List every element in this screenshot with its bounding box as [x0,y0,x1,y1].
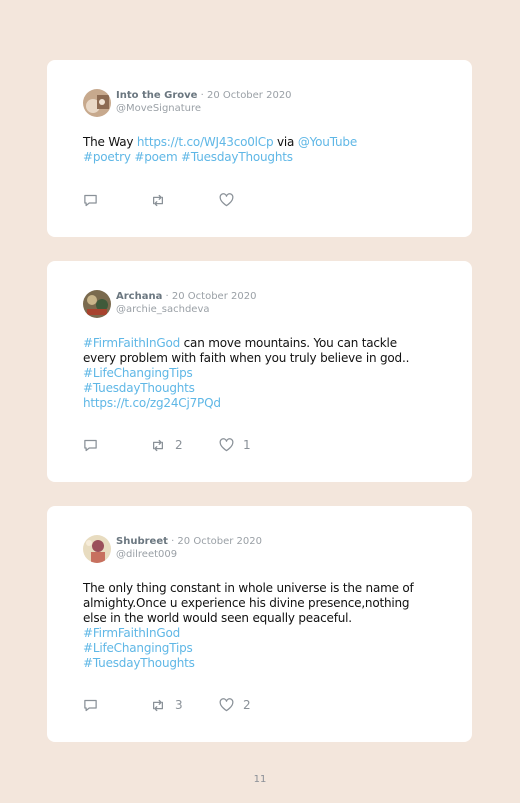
text-segment: can move mountains. You can tackle [180,336,397,350]
tweet-line: #poetry #poem #TuesdayThoughts [83,150,433,165]
reply-button[interactable] [83,192,98,208]
retweet-count: 3 [175,698,183,712]
hashtag-link[interactable]: #TuesdayThoughts [83,656,195,670]
author-handle[interactable]: @dilreet009 [116,548,262,561]
retweet-button[interactable]: 3 [150,697,183,713]
tweet-date: · 20 October 2020 [165,291,257,302]
text-segment: else in the world would seen equally pea… [83,611,352,625]
author-handle[interactable]: @archie_sachdeva [116,303,256,316]
retweet-button[interactable] [150,192,175,208]
tweet-line: every problem with faith when you truly … [83,351,433,366]
tweet-line: #FirmFaithInGod [83,626,433,641]
reply-button[interactable] [83,697,98,713]
hashtag-link[interactable]: #poetry #poem #TuesdayThoughts [83,150,293,164]
tweet-date: · 20 October 2020 [171,536,262,547]
tweet-date: · 20 October 2020 [200,90,292,101]
tweet-line: almighty.Once u experience his divine pr… [83,596,433,611]
tweet-line: else in the world would seen equally pea… [83,611,433,626]
avatar[interactable] [83,89,111,117]
retweet-icon [153,439,163,451]
hashtag-link[interactable]: #FirmFaithInGod [83,626,180,640]
avatar[interactable] [83,290,111,318]
tweet-card: Shubreet · 20 October 2020 @dilreet009 T… [47,506,472,742]
tweet-meta: Shubreet · 20 October 2020 @dilreet009 [116,535,262,561]
tweet-card: Archana · 20 October 2020 @archie_sachde… [47,261,472,482]
like-button[interactable]: 2 [219,697,251,713]
text-segment: The only thing constant in whole univers… [83,581,414,595]
heart-icon [219,193,234,207]
retweet-count: 2 [175,438,183,452]
heart-icon [219,438,234,452]
tweet-line: The Way https://t.co/WJ43co0lCp via @You… [83,135,433,150]
text-segment: every problem with faith when you truly … [83,351,410,365]
tweet-text: The Way https://t.co/WJ43co0lCp via @You… [83,135,433,165]
tweet-link[interactable]: https://t.co/zg24Cj7PQd [83,396,221,410]
retweet-icon [153,699,163,711]
retweet-icon [153,194,163,206]
text-segment: via [273,135,298,149]
mention-link[interactable]: @YouTube [298,135,357,149]
hashtag-link[interactable]: #LifeChangingTips [83,641,193,655]
tweet-line: The only thing constant in whole univers… [83,581,433,596]
like-button[interactable]: 1 [219,437,251,453]
hashtag-link[interactable]: #TuesdayThoughts [83,381,195,395]
tweet-line: #LifeChangingTips [83,641,433,656]
tweet-link[interactable]: https://t.co/WJ43co0lCp [137,135,274,149]
like-count: 2 [243,698,251,712]
author-name[interactable]: Into the Grove [116,90,197,101]
tweet-text: #FirmFaithInGod can move mountains. You … [83,336,433,411]
tweet-line: https://t.co/zg24Cj7PQd [83,396,433,411]
like-button[interactable] [219,192,243,208]
tweet-meta: Archana · 20 October 2020 @archie_sachde… [116,290,256,316]
tweet-actions: 3 2 [83,697,383,713]
reply-button[interactable] [83,437,98,453]
tweet-actions: 2 1 [83,437,383,453]
tweet-line: #TuesdayThoughts [83,656,433,671]
hashtag-link[interactable]: #LifeChangingTips [83,366,193,380]
hashtag-link[interactable]: #FirmFaithInGod [83,336,180,350]
heart-icon [219,698,234,712]
tweet-line: #FirmFaithInGod can move mountains. You … [83,336,433,351]
tweet-card: Into the Grove · 20 October 2020 @MoveSi… [47,60,472,237]
text-segment: almighty.Once u experience his divine pr… [83,596,410,610]
author-name[interactable]: Shubreet [116,536,168,547]
author-name[interactable]: Archana [116,291,162,302]
text-segment: The Way [83,135,137,149]
tweet-meta: Into the Grove · 20 October 2020 @MoveSi… [116,89,292,115]
reply-icon [84,439,97,451]
retweet-button[interactable]: 2 [150,437,183,453]
tweet-line: #LifeChangingTips [83,366,433,381]
tweet-line: #TuesdayThoughts [83,381,433,396]
tweet-text: The only thing constant in whole univers… [83,581,433,671]
reply-icon [84,194,97,206]
avatar[interactable] [83,535,111,563]
tweet-actions [83,192,383,208]
reply-icon [84,699,97,711]
page-number: 11 [253,774,267,785]
like-count: 1 [243,438,251,452]
author-handle[interactable]: @MoveSignature [116,102,292,115]
